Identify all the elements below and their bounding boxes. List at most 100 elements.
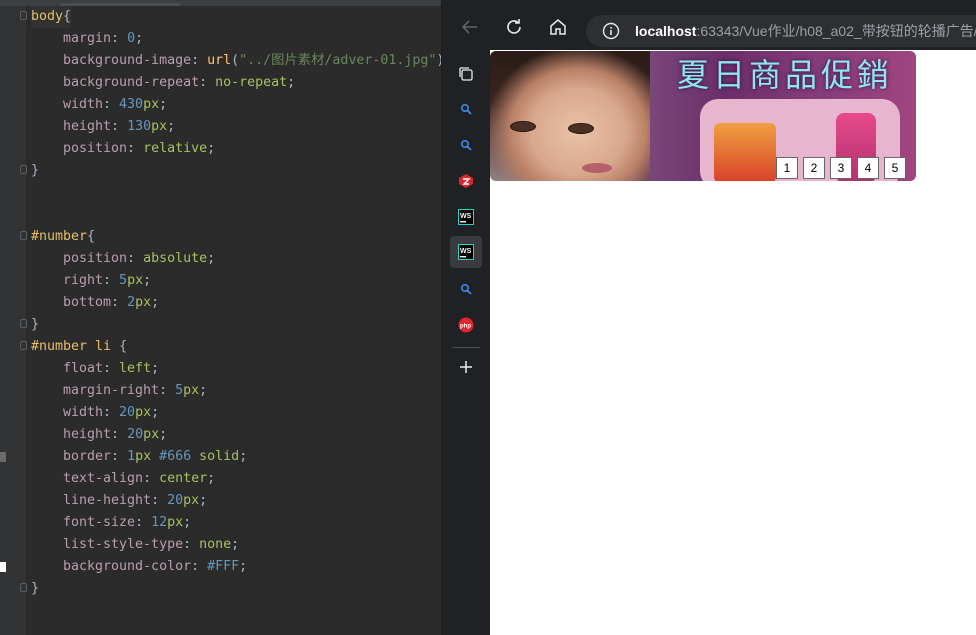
code-line[interactable]: right: 5px; (31, 270, 151, 292)
refresh-icon[interactable] (498, 11, 530, 43)
code-line[interactable]: bottom: 2px; (31, 292, 159, 314)
css-value: #FFF (207, 559, 240, 574)
css-selector: #number li (31, 339, 120, 354)
code-line[interactable]: #number{ (31, 226, 95, 248)
code-line[interactable]: } (31, 578, 39, 600)
css-property: background-color (63, 559, 192, 574)
semicolon: ; (231, 537, 240, 552)
fold-marker[interactable] (20, 11, 27, 20)
slide-button-5[interactable]: 5 (884, 157, 906, 179)
fold-marker[interactable] (20, 319, 27, 328)
css-selector: body (31, 9, 64, 24)
code-line[interactable]: } (31, 314, 39, 336)
code-line[interactable]: height: 130px; (31, 116, 175, 138)
code-line[interactable]: border: 1px #666 solid; (31, 446, 247, 468)
banner-eye (510, 121, 536, 132)
css-value-rest: #666 solid (151, 449, 239, 464)
semicolon: ; (239, 559, 248, 574)
css-color: #666 (159, 449, 192, 464)
home-icon[interactable] (542, 11, 574, 43)
search-icon[interactable] (451, 94, 481, 124)
webstorm-icon[interactable]: WS (451, 202, 481, 232)
css-value: relative (143, 141, 208, 156)
colon: : (151, 493, 168, 508)
slide-number-list: 1 2 3 4 5 (776, 157, 911, 179)
banner-product-image (714, 123, 776, 181)
colon: : (199, 75, 216, 90)
address-bar[interactable]: localhost:63343/Vue作业/h08_a02_带按钮的轮播广告/i… (586, 15, 976, 47)
code-editor[interactable]: body{margin: 0; background-image: url("..… (0, 0, 441, 635)
editor-gutter (0, 6, 27, 635)
semicolon: ; (159, 97, 168, 112)
svg-text:WS: WS (460, 213, 472, 220)
banner-lips (582, 163, 612, 173)
brace: { (119, 339, 128, 354)
code-line[interactable]: background-color: #FFF; (31, 556, 247, 578)
semicolon: ; (183, 515, 192, 530)
css-selector: #number (31, 229, 88, 244)
code-line[interactable]: width: 20px; (31, 402, 159, 424)
css-number: 5 (175, 383, 184, 398)
code-line[interactable]: list-style-type: none; (31, 534, 239, 556)
semicolon: ; (207, 141, 216, 156)
slide-button-4[interactable]: 4 (857, 157, 879, 179)
code-line[interactable]: font-size: 12px; (31, 512, 191, 534)
css-function: url (207, 53, 232, 68)
css-value: 0 (127, 31, 136, 46)
fold-marker[interactable] (20, 165, 27, 174)
code-line[interactable]: width: 430px; (31, 94, 167, 116)
css-string: "../图片素材/adver-01.jpg" (239, 53, 437, 68)
css-property: position (63, 251, 128, 266)
slide-button-3[interactable]: 3 (830, 157, 852, 179)
colon: : (111, 31, 128, 46)
code-line[interactable]: margin-right: 5px; (31, 380, 207, 402)
fold-marker[interactable] (20, 341, 27, 350)
code-line[interactable]: float: left; (31, 358, 159, 380)
address-text[interactable]: localhost:63343/Vue作业/h08_a02_带按钮的轮播广告/i… (635, 22, 976, 40)
css-number: 20 (167, 493, 184, 508)
code-line[interactable]: background-repeat: no-repeat; (31, 72, 295, 94)
css-keyword: solid (199, 449, 240, 464)
colon: : (103, 361, 120, 376)
code-line[interactable]: margin: 0; (31, 28, 143, 50)
code-line[interactable]: position: absolute; (31, 248, 215, 270)
svg-text:WS: WS (460, 248, 472, 255)
code-line[interactable]: body{ (31, 6, 72, 28)
semicolon: ; (287, 75, 296, 90)
css-unit: px (135, 405, 152, 420)
back-arrow-icon[interactable] (454, 11, 486, 43)
css-property: font-size (63, 515, 136, 530)
banner-eye (568, 123, 594, 134)
slide-button-2[interactable]: 2 (803, 157, 825, 179)
css-unit: px (135, 449, 152, 464)
colon: : (135, 515, 152, 530)
code-line[interactable]: text-align: center; (31, 468, 215, 490)
info-icon[interactable] (602, 22, 620, 40)
editor-tab-indicator (60, 3, 180, 6)
code-line[interactable]: } (31, 160, 39, 182)
add-icon[interactable] (451, 352, 481, 382)
colon: : (183, 537, 200, 552)
php-icon[interactable]: php (451, 310, 481, 340)
slide-button-1[interactable]: 1 (776, 157, 798, 179)
code-line[interactable]: background-image: url("../图片素材/adver-01.… (31, 50, 441, 72)
app-icon[interactable] (451, 166, 481, 196)
webstorm-icon[interactable]: WS (450, 236, 482, 268)
tab-actions-icon[interactable] (451, 59, 481, 89)
ad-banner[interactable]: 夏日商品促銷 1 2 3 4 5 (490, 51, 916, 181)
css-value: none (199, 537, 232, 552)
browser-sidebar: WS WS php (442, 50, 490, 635)
code-line[interactable]: line-height: 20px; (31, 490, 207, 512)
code-line[interactable]: position: relative; (31, 138, 215, 160)
code-line[interactable]: height: 20px; (31, 424, 167, 446)
css-unit: px (127, 273, 144, 288)
semicolon: ; (207, 251, 216, 266)
address-host: localhost (635, 23, 697, 39)
search-icon[interactable] (451, 274, 481, 304)
svg-text:php: php (460, 324, 471, 330)
fold-marker[interactable] (20, 231, 27, 240)
search-icon[interactable] (451, 130, 481, 160)
fold-marker[interactable] (20, 583, 27, 592)
code-line[interactable]: #number li { (31, 336, 127, 358)
css-property: background-image (63, 53, 192, 68)
